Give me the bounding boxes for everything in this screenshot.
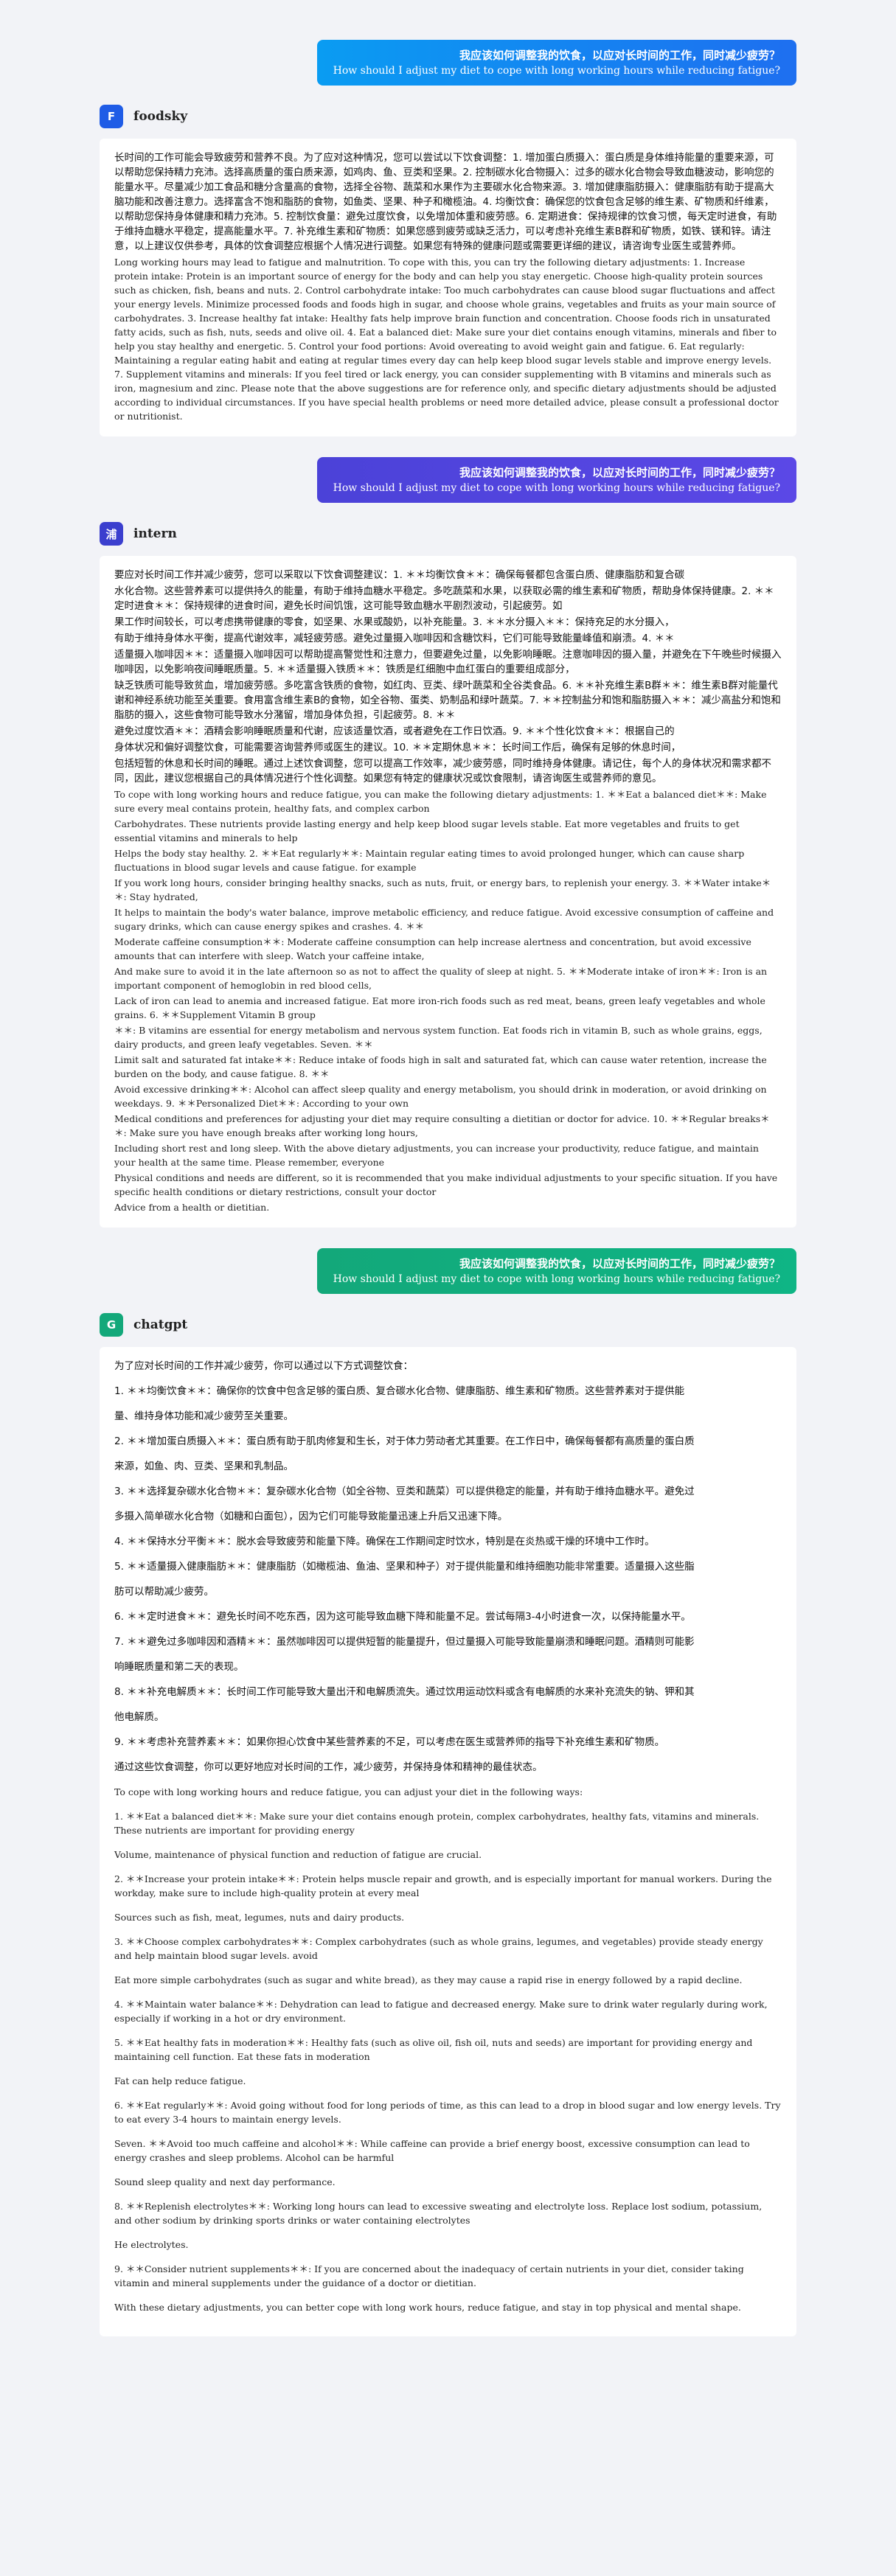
user-message-row: 我应该如何调整我的饮食，以应对长时间的工作，同时减少疲劳？ How should… bbox=[0, 40, 896, 86]
question-zh: 我应该如何调整我的饮食，以应对长时间的工作，同时减少疲劳？ bbox=[459, 466, 780, 479]
answer-zh-line: 量、维持身体功能和减少疲劳至关重要。 bbox=[114, 1410, 294, 1422]
bot-answer-intern: 要应对长时间工作并减少疲劳，您可以采取以下饮食调整建议：1. ＊＊均衡饮食＊＊：… bbox=[100, 556, 796, 1228]
user-question-bubble: 我应该如何调整我的饮食，以应对长时间的工作，同时减少疲劳？ How should… bbox=[316, 1248, 796, 1294]
answer-en-line: 5. ＊＊Eat healthy fats in moderation＊＊: H… bbox=[114, 2037, 753, 2062]
answer-zh-line: 身体状况和偏好调整饮食，可能需要咨询营养师或医生的建议。10. ＊＊定期休息＊＊… bbox=[114, 742, 681, 753]
answer-zh-line: 来源，如鱼、肉、豆类、坚果和乳制品。 bbox=[114, 1461, 294, 1472]
answer-zh-line: 4. ＊＊保持水分平衡＊＊：脱水会导致疲劳和能量下降。确保在工作期间定时饮水，特… bbox=[114, 1536, 655, 1548]
bot-name: foodsky bbox=[133, 109, 188, 124]
answer-zh-line: 他电解质。 bbox=[114, 1711, 164, 1723]
answer-en-line: 3. ＊＊Choose complex carbohydrates＊＊: Com… bbox=[114, 1936, 763, 1961]
bot-avatar: 浦 bbox=[100, 522, 123, 546]
answer-en-line: If you work long hours, consider bringin… bbox=[114, 877, 771, 902]
answer-zh-line: 要应对长时间工作并减少疲劳，您可以采取以下饮食调整建议：1. ＊＊均衡饮食＊＊：… bbox=[114, 569, 685, 581]
answer-zh-line: 水化合物。这些营养素可以提供持久的能量，有助于维持血糖水平稳定。多吃蔬菜和水果，… bbox=[114, 585, 774, 612]
question-en: How should I adjust my diet to cope with… bbox=[333, 1273, 780, 1285]
answer-en-line: ＊＊: B vitamins are essential for energy … bbox=[114, 1025, 763, 1050]
answer-en-line: Moderate caffeine consumption＊＊: Moderat… bbox=[114, 936, 751, 961]
answer-zh-line: 多摄入简单碳水化合物（如糖和白面包），因为它们可能导致能量迅速上升后又迅速下降。 bbox=[114, 1511, 508, 1522]
answer-zh-line: 7. ＊＊避免过多咖啡因和酒精＊＊：虽然咖啡因可以提供短暂的能量提升，但过量摄入… bbox=[114, 1636, 695, 1648]
bot-answer-foodsky: 长时间的工作可能会导致疲劳和营养不良。为了应对这种情况，您可以尝试以下饮食调整：… bbox=[100, 139, 796, 436]
answer-en-line: Advice from a health or dietitian. bbox=[114, 1202, 270, 1213]
bot-header-intern: 浦 intern bbox=[100, 522, 896, 546]
answer-en-line: Sound sleep quality and next day perform… bbox=[114, 2176, 336, 2187]
answer-en-line: It helps to maintain the body's water ba… bbox=[114, 907, 774, 932]
user-question-bubble: 我应该如何调整我的饮食，以应对长时间的工作，同时减少疲劳？ How should… bbox=[316, 40, 796, 86]
user-message-row: 我应该如何调整我的饮食，以应对长时间的工作，同时减少疲劳？ How should… bbox=[0, 1248, 896, 1294]
answer-zh-line: 5. ＊＊适量摄入健康脂肪＊＊：健康脂肪（如橄榄油、鱼油、坚果和种子）对于提供能… bbox=[114, 1561, 695, 1573]
answer-en-line: 4. ＊＊Maintain water balance＊＊: Dehydrati… bbox=[114, 1999, 768, 2024]
answer-zh-line: 适量摄入咖啡因＊＊：适量摄入咖啡因可以帮助提高警觉性和注意力，但要避免过量，以免… bbox=[114, 649, 782, 675]
answer-zh-line: 通过这些饮食调整，你可以更好地应对长时间的工作，减少疲劳，并保持身体和精神的最佳… bbox=[114, 1761, 543, 1773]
answer-en-line: Helps the body stay healthy. 2. ＊＊Eat re… bbox=[114, 848, 745, 873]
answer-zh-line: 为了应对长时间的工作并减少疲劳，你可以通过以下方式调整饮食： bbox=[114, 1360, 413, 1372]
chat-page: 我应该如何调整我的饮食，以应对长时间的工作，同时减少疲劳？ How should… bbox=[0, 0, 896, 2401]
bot-answer-chatgpt: 为了应对长时间的工作并减少疲劳，你可以通过以下方式调整饮食： 1. ＊＊均衡饮食… bbox=[100, 1347, 796, 2336]
bot-name: chatgpt bbox=[133, 1317, 188, 1332]
answer-en-line: With these dietary adjustments, you can … bbox=[114, 2302, 741, 2313]
answer-en-line: Carbohydrates. These nutrients provide l… bbox=[114, 818, 740, 843]
answer-en-line: 8. ＊＊Replenish electrolytes＊＊: Working l… bbox=[114, 2201, 763, 2226]
answer-zh-line: 包括短暂的休息和长时间的睡眠。通过上述饮食调整，您可以提高工作效率，减少疲劳感，… bbox=[114, 758, 771, 784]
answer-zh-line: 果工作时间较长，可以考虑携带健康的零食，如坚果、水果或酸奶，以补充能量。3. ＊… bbox=[114, 616, 675, 628]
question-zh: 我应该如何调整我的饮食，以应对长时间的工作，同时减少疲劳？ bbox=[459, 1257, 780, 1270]
bot-name: intern bbox=[133, 526, 177, 541]
answer-zh-line: 有助于维持身体水平衡，提高代谢效率，减轻疲劳感。避免过量摄入咖啡因和含糖饮料，它… bbox=[114, 633, 675, 644]
answer-zh-line: 3. ＊＊选择复杂碳水化合物＊＊：复杂碳水化合物（如全谷物、豆类和蔬菜）可以提供… bbox=[114, 1486, 695, 1497]
answer-en-line: 6. ＊＊Eat regularly＊＊: Avoid going withou… bbox=[114, 2100, 781, 2125]
answer-zh-line: 避免过度饮酒＊＊：酒精会影响睡眠质量和代谢，应该适量饮酒，或者避免在工作日饮酒。… bbox=[114, 725, 675, 737]
answer-en-line: Seven. ＊＊Avoid too much caffeine and alc… bbox=[114, 2138, 750, 2163]
answer-en-line: 1. ＊＊Eat a balanced diet＊＊: Make sure yo… bbox=[114, 1811, 760, 1836]
bot-header-foodsky: F foodsky bbox=[100, 105, 896, 128]
answer-zh: 长时间的工作可能会导致疲劳和营养不良。为了应对这种情况，您可以尝试以下饮食调整：… bbox=[114, 152, 777, 252]
answer-zh-line: 6. ＊＊定时进食＊＊：避免长时间不吃东西，因为这可能导致血糖下降和能量不足。尝… bbox=[114, 1611, 691, 1623]
answer-en-line: Lack of iron can lead to anemia and incr… bbox=[114, 995, 765, 1020]
answer-zh-line: 8. ＊＊补充电解质＊＊：长时间工作可能导致大量出汗和电解质流失。通过饮用运动饮… bbox=[114, 1686, 695, 1698]
answer-zh-line: 9. ＊＊考虑补充营养素＊＊：如果你担心饮食中某些营养素的不足，可以考虑在医生或… bbox=[114, 1736, 665, 1748]
answer-zh-line: 缺乏铁质可能导致贫血，增加疲劳感。多吃富含铁质的食物，如红肉、豆类、绿叶蔬菜和全… bbox=[114, 680, 781, 721]
answer-en: Long working hours may lead to fatigue a… bbox=[114, 257, 779, 422]
answer-en-line: To cope with long working hours and redu… bbox=[114, 789, 767, 814]
bot-avatar: F bbox=[100, 105, 123, 128]
user-question-bubble: 我应该如何调整我的饮食，以应对长时间的工作，同时减少疲劳？ How should… bbox=[316, 457, 796, 503]
answer-zh-line: 2. ＊＊增加蛋白质摄入＊＊：蛋白质有助于肌肉修复和生长，对于体力劳动者尤其重要… bbox=[114, 1435, 695, 1447]
bot-avatar: G bbox=[100, 1313, 123, 1337]
answer-en-line: 2. ＊＊Increase your protein intake＊＊: Pro… bbox=[114, 1873, 772, 1898]
answer-en-line: Eat more simple carbohydrates (such as s… bbox=[114, 1974, 743, 1985]
answer-en-line: Sources such as fish, meat, legumes, nut… bbox=[114, 1912, 405, 1923]
question-zh: 我应该如何调整我的饮食，以应对长时间的工作，同时减少疲劳？ bbox=[459, 49, 780, 62]
answer-en-line: He electrolytes. bbox=[114, 2239, 189, 2250]
question-en: How should I adjust my diet to cope with… bbox=[333, 482, 780, 494]
question-en: How should I adjust my diet to cope with… bbox=[333, 65, 780, 77]
answer-zh-line: 肪可以帮助减少疲劳。 bbox=[114, 1586, 214, 1598]
answer-en-line: To cope with long working hours and redu… bbox=[114, 1786, 583, 1797]
answer-zh-line: 响睡眠质量和第二天的表现。 bbox=[114, 1661, 244, 1673]
answer-en-line: Fat can help reduce fatigue. bbox=[114, 2075, 246, 2086]
bot-header-chatgpt: G chatgpt bbox=[100, 1313, 896, 1337]
answer-en-line: Physical conditions and needs are differ… bbox=[114, 1172, 778, 1197]
answer-en-line: Medical conditions and preferences for a… bbox=[114, 1113, 770, 1138]
answer-en-line: Avoid excessive drinking＊＊: Alcohol can … bbox=[114, 1084, 767, 1109]
answer-en-line: Including short rest and long sleep. Wit… bbox=[114, 1143, 759, 1168]
answer-en-line: 9. ＊＊Consider nutrient supplements＊＊: If… bbox=[114, 2263, 744, 2288]
answer-zh-line: 1. ＊＊均衡饮食＊＊：确保你的饮食中包含足够的蛋白质、复合碳水化合物、健康脂肪… bbox=[114, 1385, 685, 1397]
user-message-row: 我应该如何调整我的饮食，以应对长时间的工作，同时减少疲劳？ How should… bbox=[0, 457, 896, 503]
answer-en-line: Limit salt and saturated fat intake＊＊: R… bbox=[114, 1054, 767, 1079]
answer-en-line: Volume, maintenance of physical function… bbox=[114, 1849, 482, 1860]
answer-en-line: And make sure to avoid it in the late af… bbox=[114, 966, 768, 991]
